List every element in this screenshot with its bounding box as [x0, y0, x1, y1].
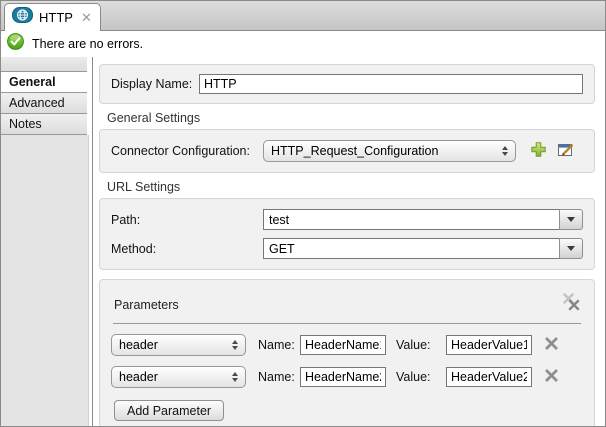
- path-label: Path:: [111, 213, 263, 227]
- method-row: Method:: [111, 238, 583, 259]
- path-dropdown-button[interactable]: [559, 209, 583, 230]
- connector-configuration-value: HTTP_Request_Configuration: [271, 144, 496, 158]
- add-parameter-button[interactable]: Add Parameter: [114, 400, 224, 421]
- plus-icon: [530, 141, 547, 161]
- parameter-type-value: header: [119, 338, 226, 352]
- general-tab-content: Display Name: General Settings Connector…: [93, 57, 605, 426]
- sidebar-item-notes[interactable]: Notes: [1, 114, 87, 135]
- properties-main: General Advanced Notes Display Name: Gen…: [1, 57, 605, 426]
- x-icon: [544, 336, 559, 354]
- parameter-name-input[interactable]: [300, 367, 386, 387]
- parameter-value-input[interactable]: [446, 335, 532, 355]
- stepper-icon: [232, 372, 238, 382]
- parameters-title: Parameters: [114, 298, 179, 312]
- globe-icon: [12, 7, 33, 28]
- divider: [113, 323, 581, 324]
- add-configuration-button[interactable]: [530, 141, 547, 161]
- parameter-type-select[interactable]: header: [111, 334, 246, 356]
- remove-parameter-button[interactable]: [544, 368, 559, 386]
- tab-close-icon[interactable]: ✕: [81, 11, 92, 24]
- sidebar-item-advanced[interactable]: Advanced: [1, 93, 87, 114]
- parameter-name-input[interactable]: [300, 335, 386, 355]
- parameter-value-label: Value:: [396, 338, 438, 352]
- general-settings-title: General Settings: [107, 111, 595, 125]
- parameters-header: Parameters: [111, 290, 583, 315]
- general-settings-group: Connector Configuration: HTTP_Request_Co…: [99, 129, 595, 173]
- x-icon: [544, 368, 559, 386]
- parameter-type-value: header: [119, 370, 226, 384]
- display-name-group: Display Name:: [99, 64, 595, 104]
- parameter-row: header Name: Value:: [111, 366, 583, 388]
- chevron-down-icon: [567, 246, 575, 251]
- double-x-icon: [562, 292, 581, 315]
- connector-configuration-label: Connector Configuration:: [111, 144, 263, 158]
- method-combo: [263, 238, 583, 259]
- editor-tabbar: HTTP ✕: [1, 1, 605, 31]
- chevron-down-icon: [567, 217, 575, 222]
- path-combo: [263, 209, 583, 230]
- parameter-name-label: Name:: [258, 338, 300, 352]
- edit-configuration-button[interactable]: [557, 142, 575, 161]
- display-name-input[interactable]: [199, 74, 583, 94]
- stepper-icon: [502, 146, 508, 156]
- sidebar-filler: [1, 135, 89, 426]
- sidebar-tabs: General Advanced Notes: [1, 57, 93, 426]
- display-name-label: Display Name:: [111, 77, 199, 91]
- parameter-row: header Name: Value:: [111, 334, 583, 356]
- method-dropdown-button[interactable]: [559, 238, 583, 259]
- parameter-value-label: Value:: [396, 370, 438, 384]
- connector-configuration-select[interactable]: HTTP_Request_Configuration: [263, 140, 516, 162]
- method-input[interactable]: [263, 238, 559, 259]
- status-message: There are no errors.: [32, 37, 143, 51]
- check-circle-icon: [7, 33, 24, 55]
- path-input[interactable]: [263, 209, 559, 230]
- method-label: Method:: [111, 242, 263, 256]
- parameter-name-label: Name:: [258, 370, 300, 384]
- sidebar-item-general[interactable]: General: [1, 72, 87, 93]
- url-settings-title: URL Settings: [107, 180, 595, 194]
- parameter-value-input[interactable]: [446, 367, 532, 387]
- http-properties-window: HTTP ✕ There are no errors. General: [0, 0, 606, 427]
- edit-icon: [557, 142, 575, 161]
- url-settings-group: Path: Method:: [99, 198, 595, 270]
- remove-parameter-button[interactable]: [544, 336, 559, 354]
- sidebar-spacer: [1, 57, 87, 72]
- path-row: Path:: [111, 209, 583, 230]
- validation-statusbar: There are no errors.: [1, 31, 605, 57]
- parameter-type-select[interactable]: header: [111, 366, 246, 388]
- parameters-group: Parameters header: [99, 279, 595, 426]
- tab-http[interactable]: HTTP ✕: [4, 3, 101, 31]
- remove-all-parameters-button[interactable]: [562, 292, 581, 315]
- tab-title: HTTP: [39, 10, 73, 25]
- stepper-icon: [232, 340, 238, 350]
